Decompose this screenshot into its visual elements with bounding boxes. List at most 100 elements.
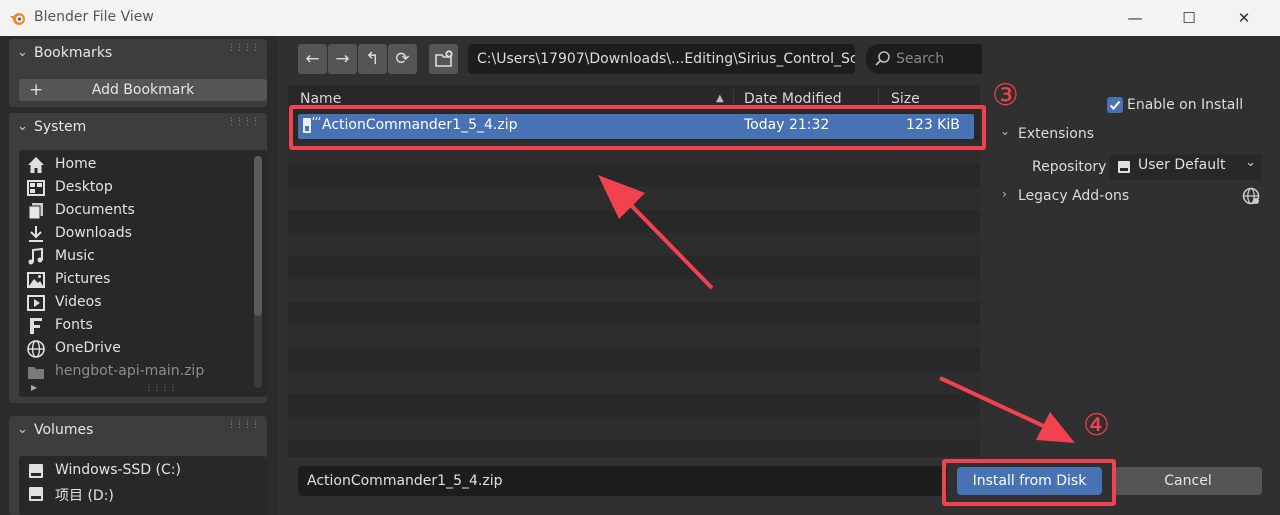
folder-icon xyxy=(28,367,44,379)
search-icon xyxy=(875,51,890,66)
sidebar-item-downloads[interactable]: Downloads xyxy=(19,222,247,245)
add-bookmark-button[interactable]: + Add Bookmark xyxy=(19,79,267,101)
sidebar-item-pictures[interactable]: Pictures xyxy=(19,268,247,291)
globe-icon xyxy=(27,340,45,358)
sidebar-item-music[interactable]: Music xyxy=(19,245,247,268)
annotation-step-4: ④ xyxy=(1083,408,1110,443)
filename-input[interactable]: ActionCommander1_5_4.zip xyxy=(298,466,947,496)
empty-row xyxy=(288,233,980,256)
back-button[interactable]: ← xyxy=(298,44,327,74)
close-button[interactable]: ✕ xyxy=(1229,6,1259,30)
blender-logo-icon xyxy=(10,13,25,25)
system-list: Home Desktop Documents Downloads Music P… xyxy=(19,150,267,397)
chevron-right-icon[interactable]: › xyxy=(1002,187,1007,201)
sidebar-item-label: Downloads xyxy=(55,225,132,241)
chevron-down-icon: ⌄ xyxy=(17,422,28,437)
enable-on-install-checkbox[interactable] xyxy=(1107,97,1123,113)
sidebar-item-documents[interactable]: Documents xyxy=(19,199,247,222)
empty-row xyxy=(288,279,980,302)
sidebar-item-desktop[interactable]: Desktop xyxy=(19,176,247,199)
sidebar-item-label: Desktop xyxy=(55,179,113,195)
scrollbar-thumb[interactable] xyxy=(254,156,262,316)
sidebar-item-label: Home xyxy=(55,156,97,172)
sidebar-item-label: 项目 (D:) xyxy=(55,488,114,504)
globe-icon[interactable] xyxy=(1241,186,1261,206)
drag-grip-icon[interactable]: ⋮⋮⋮⋮ xyxy=(227,420,260,430)
annotation-highlight-file xyxy=(289,105,986,150)
empty-row xyxy=(288,325,980,348)
bookmarks-panel: ⌄ Bookmarks ⋮⋮⋮⋮ + Add Bookmark xyxy=(9,39,267,107)
downloads-icon xyxy=(29,226,43,242)
sidebar-item-label: Videos xyxy=(55,294,102,310)
sidebar-item-label: Music xyxy=(55,248,95,264)
checkmark-icon xyxy=(1109,100,1121,110)
enable-on-install-label: Enable on Install xyxy=(1127,97,1244,113)
window-title: Blender File View xyxy=(34,9,154,25)
add-bookmark-label: Add Bookmark xyxy=(91,82,195,98)
sidebar-item-windows-ssd[interactable]: Windows-SSD (C:) xyxy=(19,459,247,482)
chevron-down-icon: ⌄ xyxy=(17,45,28,60)
system-title: System xyxy=(34,119,87,135)
sidebar-item-hengbot-zip[interactable]: hengbot-api-main.zip xyxy=(19,360,247,383)
system-header[interactable]: ⌄ System ⋮⋮⋮⋮ xyxy=(9,113,267,143)
sidebar-item-volume-d[interactable]: 项目 (D:) xyxy=(19,482,247,505)
volumes-header[interactable]: ⌄ Volumes ⋮⋮⋮⋮ xyxy=(9,416,267,446)
sidebar-item-label: Documents xyxy=(55,202,135,218)
expand-arrow-icon[interactable]: ▶ xyxy=(31,383,37,392)
forward-button[interactable]: → xyxy=(328,44,357,74)
bookmarks-header[interactable]: ⌄ Bookmarks ⋮⋮⋮⋮ xyxy=(9,39,267,69)
repository-value: User Default xyxy=(1138,157,1226,173)
extensions-label[interactable]: Extensions xyxy=(1018,126,1094,142)
minimize-button[interactable]: — xyxy=(1120,6,1150,30)
sidebar: ⌄ Bookmarks ⋮⋮⋮⋮ + Add Bookmark ⌄ System… xyxy=(0,36,278,515)
pictures-icon xyxy=(27,272,45,288)
empty-row xyxy=(288,417,980,440)
sidebar-item-home[interactable]: Home xyxy=(19,153,247,176)
annotation-highlight-install xyxy=(942,459,1116,506)
sidebar-item-videos[interactable]: Videos xyxy=(19,291,247,314)
sidebar-scrollbar[interactable] xyxy=(254,156,262,388)
new-directory-button[interactable] xyxy=(429,44,458,74)
sidebar-item-label: Windows-SSD (C:) xyxy=(55,462,181,478)
system-panel: ⌄ System ⋮⋮⋮⋮ Home Desktop Documents Dow… xyxy=(9,113,267,403)
chevron-down-icon[interactable]: ⌄ xyxy=(1000,124,1010,138)
legacy-addons-label[interactable]: Legacy Add-ons xyxy=(1018,188,1129,204)
options-panel: Enable on Install ⌄ Extensions Repositor… xyxy=(982,36,1280,515)
empty-row xyxy=(288,371,980,394)
sidebar-item-label: Pictures xyxy=(55,271,111,287)
maximize-button[interactable]: ☐ xyxy=(1174,6,1204,30)
sidebar-item-fonts[interactable]: Fonts xyxy=(19,314,247,337)
title-bar: Blender File View — ☐ ✕ xyxy=(0,0,1280,36)
documents-icon xyxy=(28,203,43,220)
empty-row xyxy=(288,187,980,210)
chevron-down-icon: ⌄ xyxy=(1245,155,1256,170)
repository-label: Repository xyxy=(1032,159,1107,175)
chevron-down-icon: ⌄ xyxy=(17,119,28,134)
parent-directory-button[interactable]: ↰ xyxy=(358,44,387,74)
filename-bar: ActionCommander1_5_4.zip xyxy=(288,461,980,501)
music-icon xyxy=(28,247,43,265)
disk-icon xyxy=(1118,161,1130,173)
resize-grip-icon[interactable]: ⋮⋮⋮⋮ xyxy=(145,383,177,392)
home-icon xyxy=(28,157,44,173)
drag-grip-icon[interactable]: ⋮⋮⋮⋮ xyxy=(227,117,260,127)
sidebar-item-label: Fonts xyxy=(55,317,93,333)
refresh-button[interactable]: ⟳ xyxy=(388,44,417,74)
repository-select[interactable]: User Default ⌄ xyxy=(1110,154,1262,180)
search-placeholder: Search xyxy=(896,51,945,67)
sidebar-item-label: hengbot-api-main.zip xyxy=(55,363,205,379)
drag-grip-icon[interactable]: ⋮⋮⋮⋮ xyxy=(227,43,260,53)
fonts-icon xyxy=(30,318,42,334)
cancel-button[interactable]: Cancel xyxy=(1114,467,1262,495)
desktop-icon xyxy=(27,180,45,196)
annotation-step-3: ③ xyxy=(992,78,1019,113)
sort-arrow-icon[interactable]: ▲ xyxy=(716,93,724,104)
disk-icon xyxy=(29,487,43,501)
disk-icon xyxy=(29,464,43,478)
videos-icon xyxy=(27,295,45,311)
sidebar-item-onedrive[interactable]: OneDrive xyxy=(19,337,247,360)
sidebar-item-label: OneDrive xyxy=(55,340,121,356)
volumes-list: Windows-SSD (C:) 项目 (D:) xyxy=(19,456,267,515)
path-input[interactable]: C:\Users\17907\Downloads\...Editing\Siri… xyxy=(468,44,855,74)
bookmarks-title: Bookmarks xyxy=(34,45,113,61)
